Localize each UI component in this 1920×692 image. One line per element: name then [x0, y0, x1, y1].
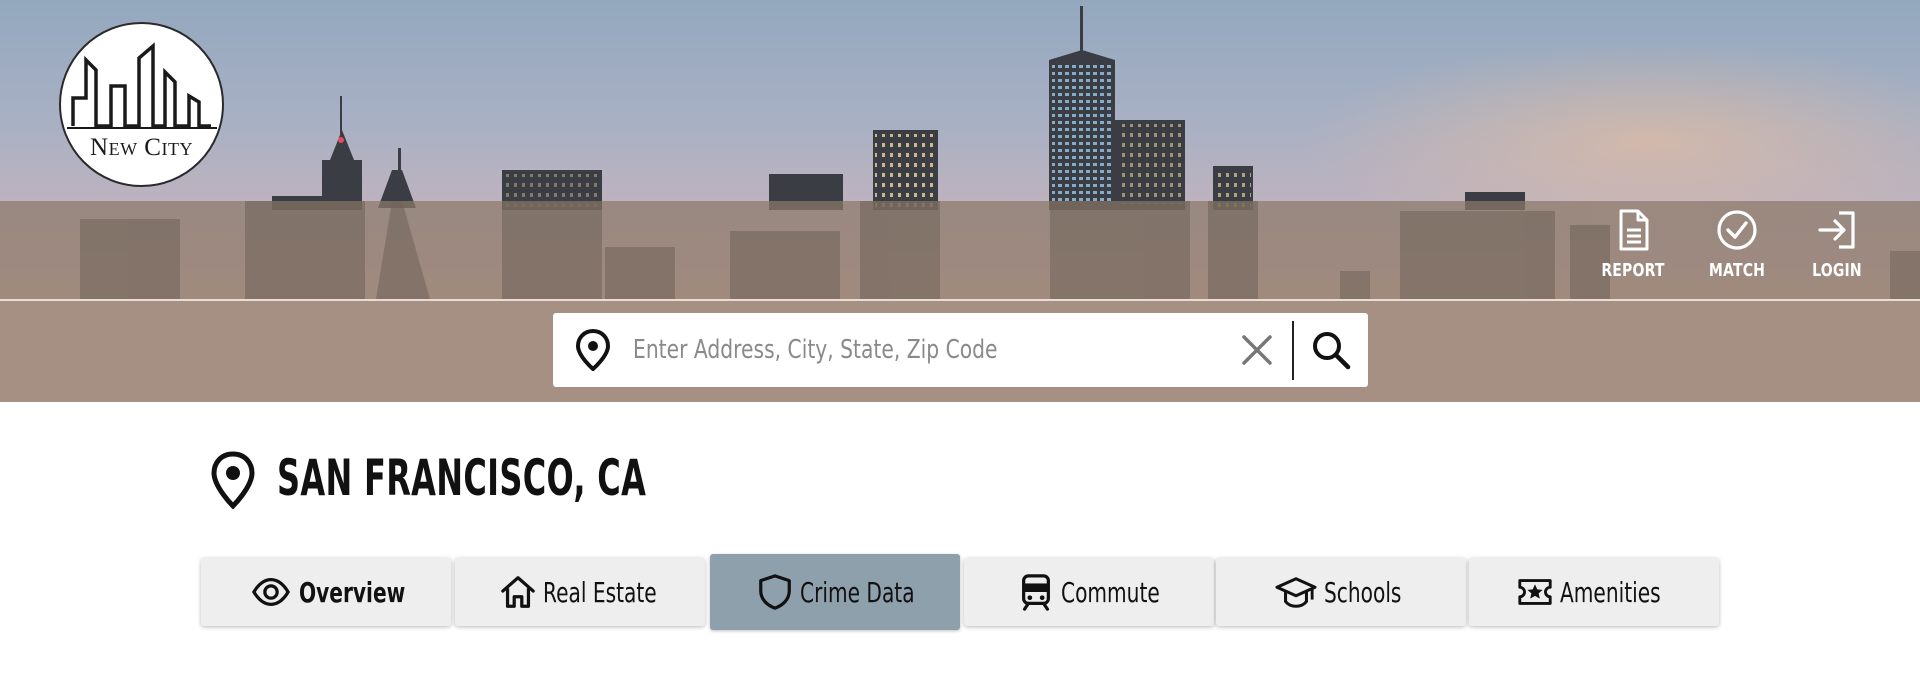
login-nav-button[interactable]: LOGIN [1792, 208, 1882, 294]
report-nav-label: REPORT [1601, 260, 1665, 281]
search-icon[interactable] [1309, 328, 1353, 372]
tab-commute-label: Commute [1061, 575, 1160, 609]
tab-real-estate-label: Real Estate [543, 575, 657, 609]
tab-real-estate[interactable]: Real Estate [455, 558, 705, 626]
shield-icon [758, 574, 791, 610]
search-bar [553, 313, 1368, 387]
report-nav-button[interactable]: REPORT [1588, 208, 1678, 294]
tab-overview[interactable]: Overview [201, 558, 451, 626]
search-divider [1292, 321, 1294, 380]
login-icon [1818, 211, 1855, 249]
tab-crime-data-label: Crime Data [799, 575, 915, 609]
match-nav-label: MATCH [1708, 260, 1766, 281]
tab-amenities-label: Amenities [1560, 575, 1661, 609]
tab-commute[interactable]: Commute [964, 558, 1214, 626]
check-circle-icon [1717, 210, 1757, 250]
document-icon [1619, 209, 1649, 251]
logo-text: New City [90, 134, 193, 161]
tab-crime-data[interactable]: Crime Data [710, 554, 960, 630]
ticket-star-icon [1518, 579, 1552, 605]
new-city-logo[interactable]: New City [59, 22, 224, 187]
match-nav-button[interactable]: MATCH [1692, 208, 1782, 294]
login-nav-label: LOGIN [1812, 260, 1862, 281]
location-title: SAN FRANCISCO, CA [277, 449, 647, 507]
map-pin-icon [211, 451, 255, 509]
tab-amenities[interactable]: Amenities [1469, 558, 1719, 626]
home-icon [501, 576, 535, 608]
tab-overview-label: Overview [298, 575, 405, 609]
graduation-cap-icon [1275, 577, 1317, 608]
tab-schools-label: Schools [1324, 575, 1402, 609]
close-icon[interactable] [1238, 331, 1276, 369]
tab-schools[interactable]: Schools [1216, 558, 1466, 626]
search-input[interactable] [633, 327, 1148, 373]
train-icon [1022, 574, 1050, 611]
map-pin-icon [575, 329, 611, 371]
eye-icon [251, 578, 290, 606]
